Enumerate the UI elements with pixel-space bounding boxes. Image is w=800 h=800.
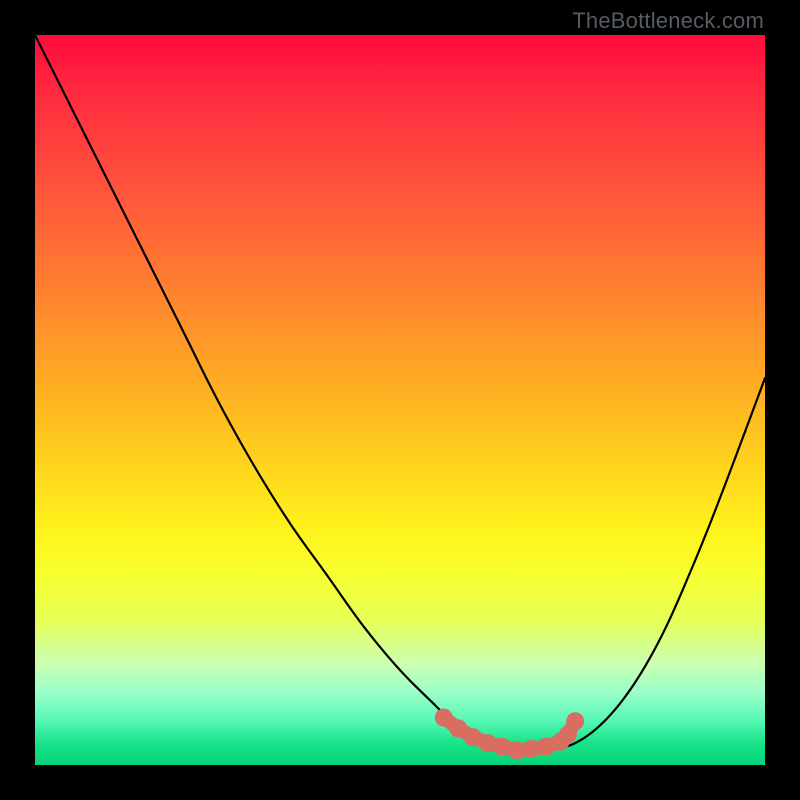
chart-frame: TheBottleneck.com <box>0 0 800 800</box>
highlight-markers <box>435 709 584 760</box>
highlight-marker <box>566 712 584 730</box>
bottleneck-curve-path <box>35 35 765 751</box>
attribution-label: TheBottleneck.com <box>572 8 764 34</box>
chart-svg <box>35 35 765 765</box>
highlight-marker <box>435 709 453 727</box>
plot-area <box>35 35 765 765</box>
